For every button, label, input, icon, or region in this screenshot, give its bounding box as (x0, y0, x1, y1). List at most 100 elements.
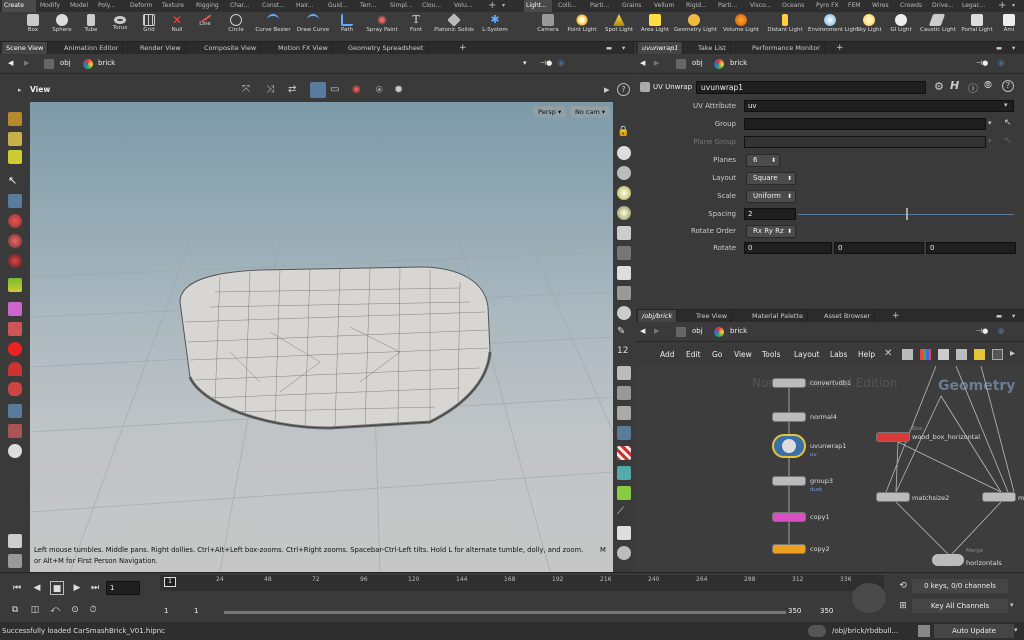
group-field[interactable] (744, 118, 986, 130)
ref-plane-icon[interactable] (617, 466, 631, 480)
paint-icon[interactable] (8, 322, 22, 336)
magnet-icon[interactable] (8, 362, 22, 376)
shelf-tab-colli[interactable]: Colli... (556, 0, 584, 12)
tool-null[interactable]: ✕ Null (164, 12, 190, 42)
tab-take-list[interactable]: Take List (694, 42, 731, 54)
realtime-icon[interactable]: ⧉ (8, 603, 22, 617)
menu-labs[interactable]: Labs (830, 350, 847, 359)
shelf-tab-model[interactable]: Model (68, 0, 94, 12)
network-link-icon[interactable]: ◎ (998, 327, 1004, 335)
node-uvunwrap1[interactable] (772, 434, 806, 458)
tab-scene-view[interactable]: Scene View (2, 42, 49, 54)
update-mode-icon[interactable] (918, 625, 930, 637)
shelf-tab-visco[interactable]: Visco... (748, 0, 778, 12)
network-box-icon[interactable] (992, 349, 1003, 360)
tab-composite-view[interactable]: Composite View (200, 42, 262, 54)
tab-animation-editor[interactable]: Animation Editor (60, 42, 124, 54)
rotate-y-field[interactable]: 0 (834, 242, 924, 254)
param-help-icon[interactable]: ? (1002, 80, 1014, 92)
number-display-icon[interactable]: 12 (617, 346, 631, 360)
scale-icon[interactable] (8, 254, 22, 268)
shelf-tab-terr[interactable]: Terr... (358, 0, 386, 12)
display-points-icon[interactable] (617, 146, 631, 160)
param-reset-icon[interactable]: ⦾ (984, 80, 992, 91)
tool-spot-light[interactable]: Spot Light (602, 12, 636, 42)
wireframe-icon[interactable] (617, 246, 631, 260)
brick-mesh[interactable] (179, 266, 492, 430)
shelf-tab-guid[interactable]: Guid... (326, 0, 356, 12)
network-back-icon[interactable]: ◀ (640, 327, 645, 335)
pan-icon[interactable]: ⤨ (266, 84, 274, 95)
network-pin-icon[interactable]: ⊣● (976, 327, 988, 335)
shelf-tab-const[interactable]: Const... (260, 0, 292, 12)
tool-camera[interactable]: Camera (534, 12, 562, 42)
menu-view[interactable]: View (734, 350, 752, 359)
select-points-icon[interactable] (8, 132, 22, 146)
range-slider[interactable] (224, 611, 786, 614)
shelf-tab-hair[interactable]: Hair... (294, 0, 324, 12)
range-end2-field[interactable]: 350 (820, 607, 833, 615)
spacing-field[interactable]: 2 (744, 208, 796, 220)
tool-distant-light[interactable]: Distant Light (764, 12, 806, 42)
node-convertvdb1[interactable] (772, 378, 806, 388)
tab-obj-brick[interactable]: /obj/brick (638, 310, 678, 322)
ghost-icon[interactable] (617, 286, 631, 300)
pin-icon[interactable]: ⊣● (540, 59, 552, 67)
camera-menu[interactable]: No cam ▾ (570, 106, 611, 118)
select-mode-icon[interactable] (8, 112, 22, 126)
shelf-tab-char[interactable]: Char... (228, 0, 258, 12)
tab-performance-monitor[interactable]: Performance Monitor (748, 42, 825, 54)
range-end-field[interactable]: 350 (788, 607, 801, 615)
shelf-tab-drive[interactable]: Drive... (930, 0, 958, 12)
shelf-tab-volu[interactable]: Volu... (452, 0, 482, 12)
node-group3[interactable] (772, 476, 806, 486)
group-select-icon[interactable]: ↖ (1004, 118, 1012, 128)
shelf-tab-legac[interactable]: Legac... (960, 0, 992, 12)
menu-tools[interactable]: Tools (762, 350, 780, 359)
shelf-tab-deform[interactable]: Deform (128, 0, 158, 12)
shelf-tab-poly[interactable]: Poly... (96, 0, 126, 12)
param-back-icon[interactable]: ◀ (640, 59, 645, 67)
uv-attribute-field[interactable]: uv (744, 100, 1014, 112)
tool-settings-icon[interactable] (8, 554, 22, 568)
back-arrow-icon[interactable]: ◀ (8, 59, 13, 67)
shelf-tab-texture[interactable]: Texture (160, 0, 192, 12)
tool-environment-light[interactable]: Environment Light (808, 12, 859, 42)
record-key-icon[interactable]: ⊙ (68, 603, 82, 617)
tool-caustic-light[interactable]: Caustic Light (920, 12, 956, 42)
loop-icon[interactable]: ⤺ (48, 603, 62, 617)
node-merge-horizontals[interactable] (932, 554, 964, 566)
tool-area-light[interactable]: Area Light (638, 12, 672, 42)
tab-tree-view[interactable]: Tree View (692, 310, 733, 322)
view-lock-icon[interactable] (8, 342, 22, 356)
add-param-tab-icon[interactable]: + (832, 42, 848, 54)
camera-view-icon[interactable] (617, 526, 631, 540)
viewport-settings-icon[interactable]: ✹ (394, 83, 403, 96)
tool-sky-light[interactable]: Sky Light (854, 12, 884, 42)
move-icon[interactable] (8, 214, 22, 228)
vertex-icon[interactable] (617, 406, 631, 420)
node-matchsize2[interactable] (876, 492, 910, 502)
shelf-tab-wires[interactable]: Wires (870, 0, 896, 12)
soft-select-icon[interactable] (8, 404, 22, 418)
network-pane-menu-icon[interactable]: ▾ (1008, 310, 1019, 322)
range-start2-field[interactable]: 1 (194, 607, 198, 615)
update-mode-button[interactable]: Auto Update (934, 624, 1014, 638)
shelf-tab-rigging[interactable]: Rigging (194, 0, 226, 12)
shelf-tab-pyrofx[interactable]: Pyro FX (814, 0, 844, 12)
tool-font[interactable]: T Font (404, 12, 428, 42)
shelf-tab-vellum[interactable]: Vellum (652, 0, 680, 12)
tab-geometry-spreadsheet[interactable]: Geometry Spreadsheet (344, 42, 429, 54)
network-editor[interactable]: Non-Commercial Edition Geometry convertv… (636, 366, 1024, 572)
viewport-menu-icon[interactable]: ▸ (604, 83, 610, 96)
network-forward-icon[interactable]: ▶ (654, 327, 659, 335)
tool-spray-paint[interactable]: Spray Paint (362, 12, 402, 42)
shelf-tab-fem[interactable]: FEM (846, 0, 868, 12)
node-matchsize3[interactable] (982, 492, 1016, 502)
select-faces-icon[interactable] (8, 150, 22, 164)
brush-icon[interactable] (8, 424, 22, 438)
key-all-icon[interactable]: ⊞ (896, 599, 910, 613)
shelf-tab-modify[interactable]: Modify (38, 0, 66, 12)
tool-tube[interactable]: Tube (78, 12, 104, 42)
layout-menu[interactable]: Square ⬍ (746, 172, 796, 185)
